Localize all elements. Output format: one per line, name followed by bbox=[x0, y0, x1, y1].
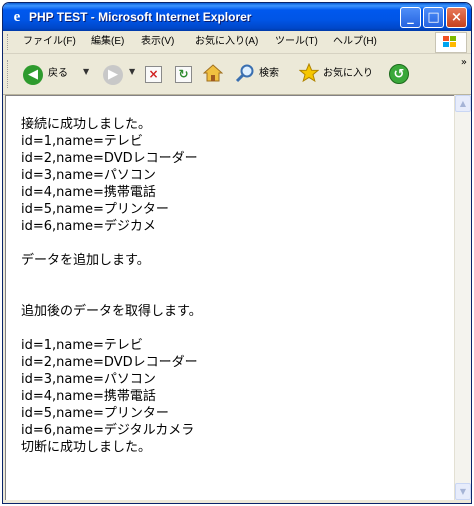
standard-toolbar: ◀ 戻る ▼ ▶ ▼ × ↻ 検索 お気に入り ↺ » bbox=[3, 54, 471, 95]
favorites-label: お気に入り bbox=[323, 68, 373, 79]
menu-edit[interactable]: 編集(E) bbox=[91, 35, 124, 49]
vertical-scrollbar[interactable]: ▲ ▼ bbox=[454, 95, 471, 500]
initial-row: id=3,name=パソコン bbox=[21, 168, 156, 183]
favorites-star-icon bbox=[298, 62, 320, 83]
initial-row: id=4,name=携帯電話 bbox=[21, 185, 156, 200]
fetch-message: 追加後のデータを取得します。 bbox=[21, 304, 202, 319]
back-label: 戻る bbox=[48, 68, 68, 79]
toolbar-grip[interactable] bbox=[7, 60, 10, 88]
back-arrow-icon: ◀ bbox=[23, 65, 43, 85]
window-title: PHP TEST - Microsoft Internet Explorer bbox=[29, 10, 252, 24]
home-button[interactable] bbox=[202, 63, 225, 85]
ie-document-icon: e bbox=[13, 9, 21, 25]
initial-row: id=6,name=デジカメ bbox=[21, 219, 156, 234]
menu-tools[interactable]: ツール(T) bbox=[275, 35, 318, 49]
updated-row: id=1,name=テレビ bbox=[21, 338, 143, 353]
updated-row: id=2,name=DVDレコーダー bbox=[21, 355, 198, 370]
stop-button[interactable]: × bbox=[145, 63, 165, 85]
initial-row: id=2,name=DVDレコーダー bbox=[21, 151, 198, 166]
back-dropdown-icon[interactable]: ▼ bbox=[83, 67, 89, 76]
initial-row: id=5,name=プリンター bbox=[21, 202, 169, 217]
refresh-icon: ↻ bbox=[175, 66, 192, 83]
minimize-icon: _ bbox=[407, 10, 414, 25]
add-message: データを追加します。 bbox=[21, 253, 150, 268]
stop-icon: × bbox=[145, 66, 162, 83]
windows-logo bbox=[435, 32, 467, 53]
maximize-icon: □ bbox=[427, 10, 440, 25]
menu-view[interactable]: 表示(V) bbox=[141, 35, 174, 49]
menubar-grip[interactable] bbox=[7, 34, 10, 50]
history-icon: ↺ bbox=[389, 64, 409, 84]
history-button[interactable]: ↺ bbox=[389, 63, 411, 85]
browser-window: e PHP TEST - Microsoft Internet Explorer… bbox=[2, 2, 472, 504]
toolbar-chevron-icon[interactable]: » bbox=[461, 57, 467, 68]
minimize-button[interactable]: _ bbox=[400, 7, 421, 28]
menu-favorites[interactable]: お気に入り(A) bbox=[195, 35, 258, 49]
close-icon: × bbox=[451, 10, 462, 25]
back-button[interactable]: ◀ 戻る ▼ bbox=[23, 63, 99, 85]
connect-message: 接続に成功しました。 bbox=[21, 117, 152, 132]
search-label: 検索 bbox=[259, 68, 279, 79]
scroll-down-arrow-icon[interactable]: ▼ bbox=[455, 483, 471, 500]
favorites-button[interactable]: お気に入り bbox=[298, 62, 381, 85]
home-icon bbox=[202, 64, 224, 82]
forward-button[interactable]: ▶ ▼ bbox=[103, 63, 139, 85]
updated-row: id=6,name=デジタルカメラ bbox=[21, 423, 195, 438]
scroll-up-arrow-icon[interactable]: ▲ bbox=[455, 95, 471, 112]
menu-help[interactable]: ヘルプ(H) bbox=[333, 35, 377, 49]
refresh-button[interactable]: ↻ bbox=[175, 63, 195, 85]
forward-dropdown-icon[interactable]: ▼ bbox=[129, 67, 135, 76]
search-icon bbox=[235, 64, 254, 83]
updated-row: id=3,name=パソコン bbox=[21, 372, 156, 387]
menu-file[interactable]: ファイル(F) bbox=[23, 35, 76, 49]
updated-row: id=5,name=プリンター bbox=[21, 406, 169, 421]
title-bar[interactable]: e PHP TEST - Microsoft Internet Explorer… bbox=[3, 3, 471, 31]
menu-bar: ファイル(F) 編集(E) 表示(V) お気に入り(A) ツール(T) ヘルプ(… bbox=[3, 31, 471, 54]
close-button[interactable]: × bbox=[446, 7, 467, 28]
windows-flag-icon bbox=[443, 36, 456, 47]
search-button[interactable]: 検索 bbox=[235, 63, 293, 85]
page-content: 接続に成功しました。 id=1,name=テレビ id=2,name=DVDレコ… bbox=[5, 95, 454, 500]
forward-arrow-icon: ▶ bbox=[103, 65, 123, 85]
disconnect-message: 切断に成功しました。 bbox=[21, 440, 152, 455]
initial-row: id=1,name=テレビ bbox=[21, 134, 143, 149]
maximize-button[interactable]: □ bbox=[423, 7, 444, 28]
updated-row: id=4,name=携帯電話 bbox=[21, 389, 156, 404]
